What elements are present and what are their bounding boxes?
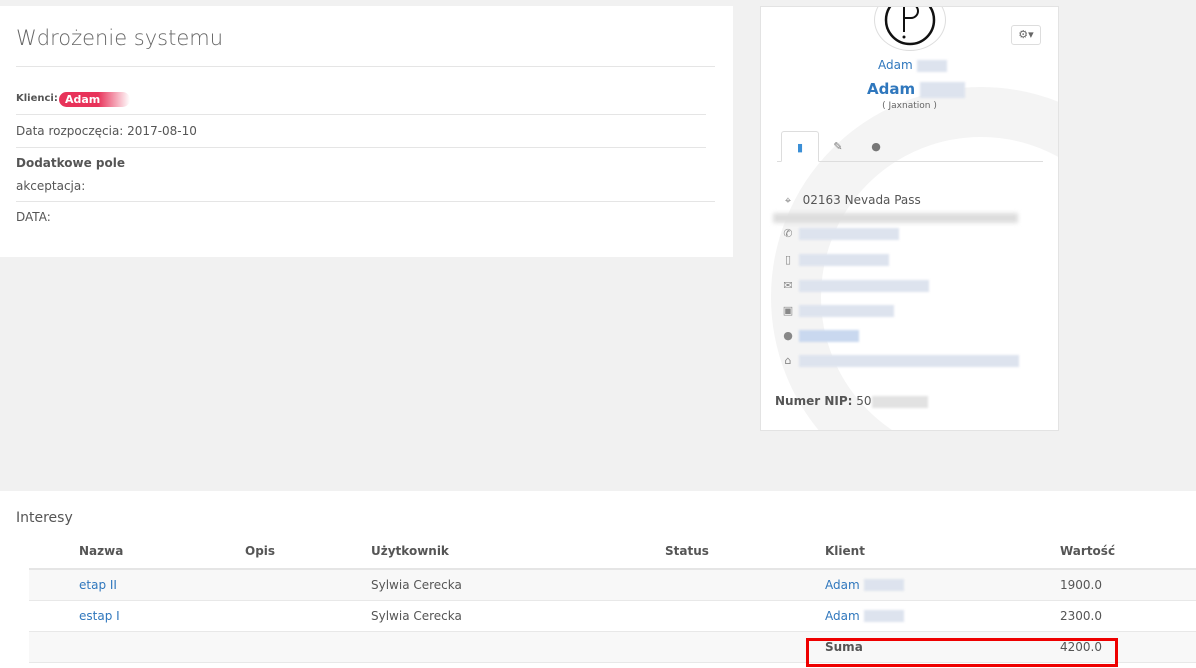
gear-icon: ⚙▾ (1018, 28, 1034, 41)
mobile-icon: ▯ (784, 253, 792, 266)
interest-link[interactable]: estap I (79, 609, 120, 623)
interests-title: Interesy (16, 510, 73, 526)
col-name: Nazwa (29, 534, 245, 570)
col-desc: Opis (245, 534, 371, 570)
contact-card: ⚙▾ Adam Adam ( Jaxnation ) ▮ ✎ ● ⌖ 02163… (760, 6, 1059, 431)
nip-value: 50 (856, 394, 872, 408)
user-icon: ● (871, 140, 881, 153)
globe-icon: ● (783, 329, 793, 342)
value-cell: 1900.0 (1060, 569, 1196, 601)
col-user: Użytkownik (371, 534, 665, 570)
company-logo (874, 7, 946, 51)
client-link[interactable]: Adam (825, 609, 860, 623)
user-cell: Sylwia Cerecka (371, 600, 665, 632)
col-client: Klient (825, 534, 1060, 570)
bank-icon: ⌂ (784, 354, 792, 367)
table-row: etap II Sylwia Cerecka Adam 1900.0 (29, 569, 1196, 601)
building-icon: ▮ (796, 141, 804, 154)
field-acceptance: akceptacja: (16, 179, 86, 193)
user-cell: Sylwia Cerecka (371, 569, 665, 601)
start-date: Data rozpoczęcia: 2017-08-10 (16, 124, 197, 138)
extra-fields-heading: Dodatkowe pole (16, 156, 126, 170)
col-status: Status (665, 534, 825, 570)
map-marker-icon: ⌖ (784, 194, 792, 207)
client-badge[interactable]: Adam (59, 92, 131, 107)
tab-person[interactable]: ● (857, 131, 895, 162)
field-data: DATA: (16, 210, 51, 224)
contact-first-name[interactable]: Adam (878, 58, 913, 72)
sum-highlight-box (806, 638, 1118, 667)
tab-company[interactable]: ▮ (781, 131, 819, 162)
company-name: ( Jaxnation ) (882, 101, 937, 111)
contact-full-name: Adam (867, 80, 916, 98)
value-cell: 2300.0 (1060, 600, 1196, 632)
settings-dropdown-button[interactable]: ⚙▾ (1011, 25, 1041, 45)
edit-icon: ✎ (833, 140, 843, 153)
nip-label: Numer NIP: (775, 394, 853, 408)
contact-tabs: ▮ ✎ ● (777, 131, 1043, 162)
tab-notes[interactable]: ✎ (819, 131, 857, 162)
address-line: 02163 Nevada Pass (802, 193, 921, 207)
col-value: Wartość (1060, 534, 1196, 570)
page-title: Wdrożenie systemu (16, 26, 224, 50)
phone-icon: ✆ (783, 227, 793, 240)
table-row: estap I Sylwia Cerecka Adam 2300.0 (29, 600, 1196, 632)
fax-icon: ▣ (782, 304, 794, 317)
client-link[interactable]: Adam (825, 578, 860, 592)
envelope-icon: ✉ (783, 279, 793, 292)
interest-link[interactable]: etap II (79, 578, 117, 592)
clients-label: Klienci: (16, 93, 58, 104)
project-panel: Wdrożenie systemu Klienci: Adam Data roz… (0, 6, 733, 257)
